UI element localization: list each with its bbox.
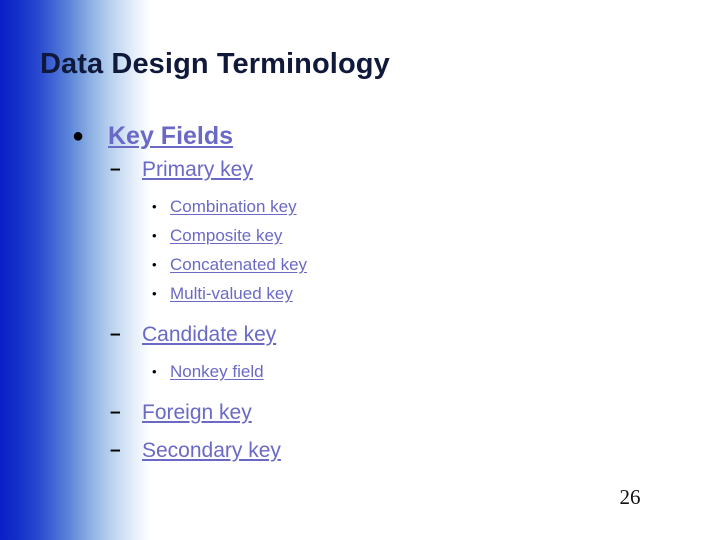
en-dash-bullet: – <box>110 402 121 423</box>
list-item-label[interactable]: Concatenated key <box>170 250 307 279</box>
list-item[interactable]: • Nonkey field <box>0 357 720 386</box>
page-title: Data Design Terminology <box>40 48 390 80</box>
list-item[interactable]: – Secondary key <box>0 435 720 466</box>
list-item[interactable]: • Concatenated key <box>0 250 720 279</box>
en-dash-bullet: – <box>110 159 121 180</box>
small-dot-bullet: • <box>152 286 157 301</box>
list-item-label[interactable]: Candidate key <box>142 319 276 350</box>
list-item[interactable]: – Foreign key <box>0 397 720 428</box>
small-dot-bullet: • <box>152 364 157 379</box>
page-number: 26 <box>619 485 641 509</box>
list-item-label[interactable]: Composite key <box>170 221 282 250</box>
en-dash-bullet: – <box>110 324 121 345</box>
list-item[interactable]: – Primary key <box>0 154 720 185</box>
list-item-label[interactable]: Secondary key <box>142 435 281 466</box>
list-item-label[interactable]: Multi-valued key <box>170 279 293 308</box>
small-dot-bullet: • <box>152 257 157 272</box>
small-dot-bullet: • <box>152 199 157 214</box>
list-item-label[interactable]: Key Fields <box>108 118 233 154</box>
filled-circle-bullet: ● <box>72 125 85 147</box>
list-item[interactable]: – Candidate key <box>0 319 720 350</box>
list-item[interactable]: • Combination key <box>0 192 720 221</box>
list-item[interactable]: ● Key Fields <box>0 118 720 154</box>
en-dash-bullet: – <box>110 440 121 461</box>
list-item[interactable]: • Composite key <box>0 221 720 250</box>
list-item[interactable]: • Multi-valued key <box>0 279 720 308</box>
list-item-label[interactable]: Primary key <box>142 154 253 185</box>
small-dot-bullet: • <box>152 228 157 243</box>
list-item-label[interactable]: Foreign key <box>142 397 252 428</box>
slide-canvas: Data Design Terminology ● Key Fields – P… <box>0 0 720 540</box>
list-item-label[interactable]: Nonkey field <box>170 357 264 386</box>
list-item-label[interactable]: Combination key <box>170 192 297 221</box>
outline-list: ● Key Fields – Primary key • Combination… <box>0 118 720 466</box>
